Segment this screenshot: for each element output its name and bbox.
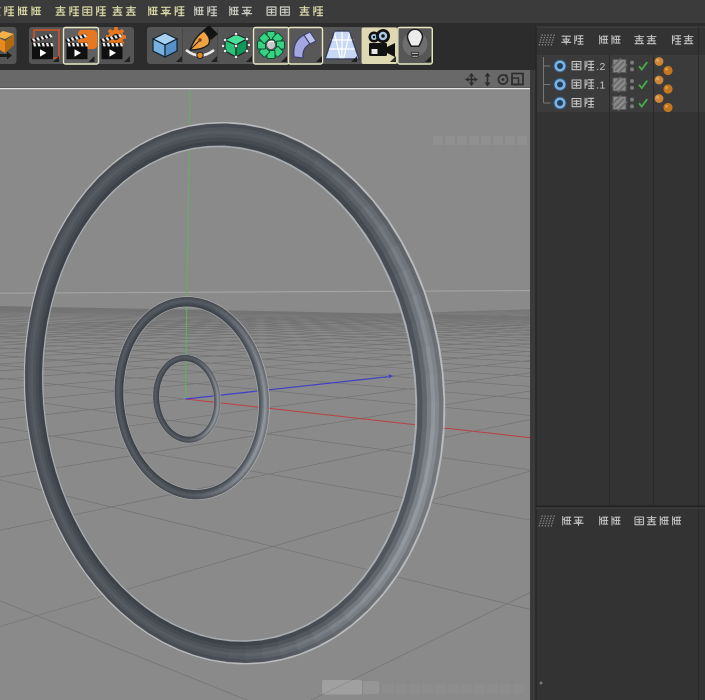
svg-text:2: 2 [600, 62, 606, 73]
svg-text:1: 1 [600, 81, 606, 92]
